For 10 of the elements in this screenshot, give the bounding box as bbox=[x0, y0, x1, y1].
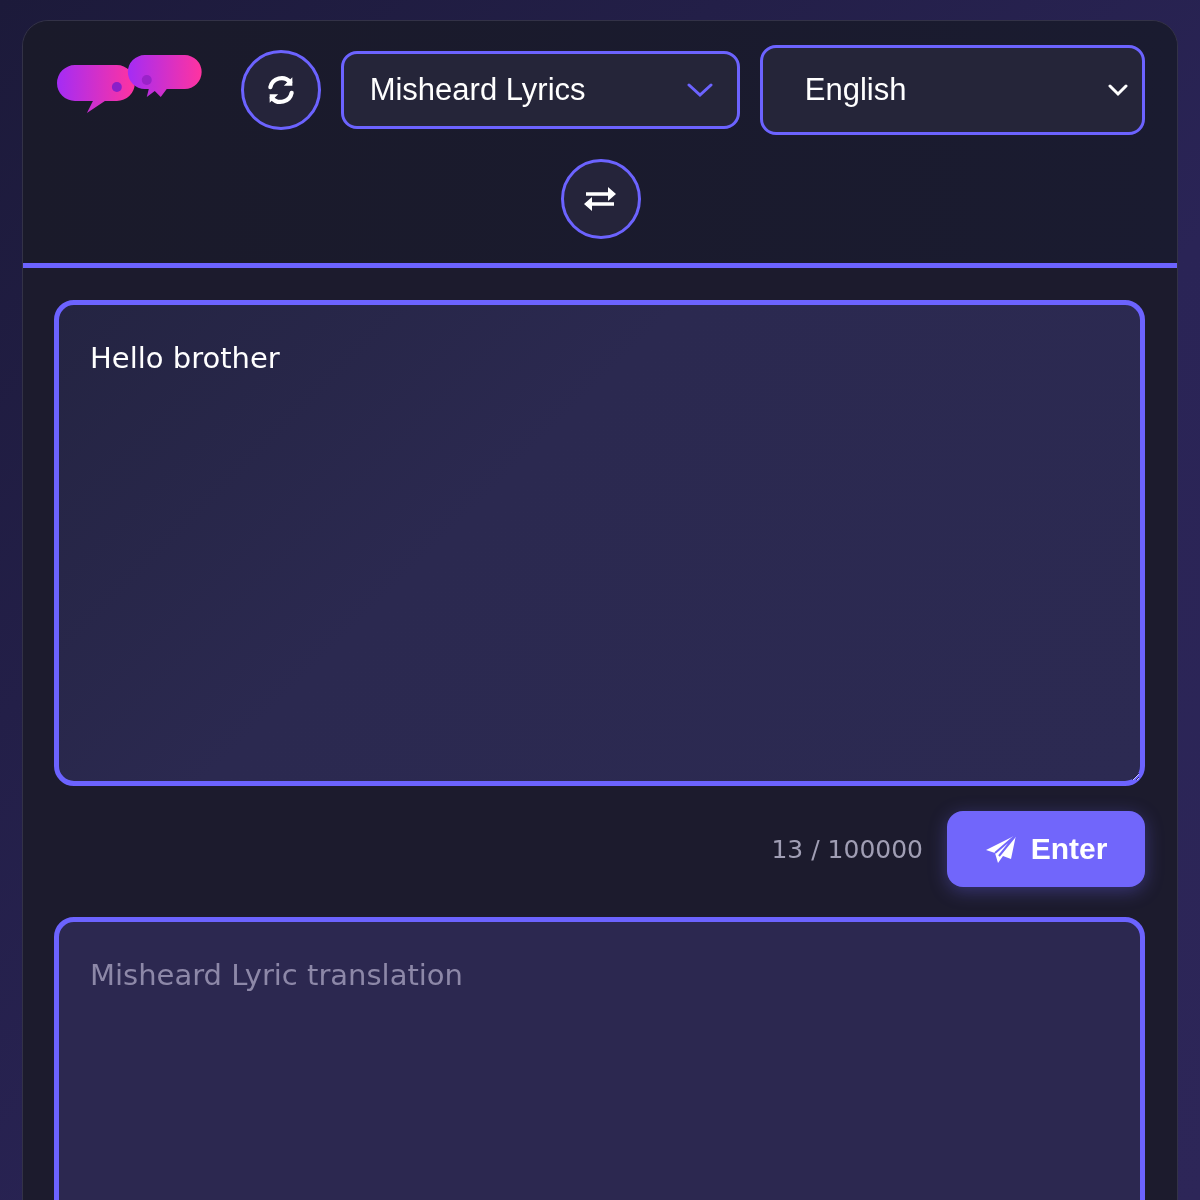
swap-arrows-icon bbox=[584, 185, 618, 213]
language-select[interactable]: English bbox=[759, 45, 1145, 135]
paper-plane-icon bbox=[984, 834, 1017, 864]
mode-select[interactable]: Misheard Lyrics bbox=[340, 51, 740, 129]
chevron-down-icon bbox=[686, 82, 713, 98]
character-counter: 13 / 100000 bbox=[771, 834, 923, 864]
translation-output-field[interactable]: Misheard Lyric translation bbox=[54, 917, 1145, 1200]
lyrics-input-field[interactable]: Hello brother bbox=[54, 300, 1145, 786]
enter-button[interactable]: Enter bbox=[947, 811, 1145, 887]
chevron-down-icon bbox=[1108, 83, 1128, 97]
